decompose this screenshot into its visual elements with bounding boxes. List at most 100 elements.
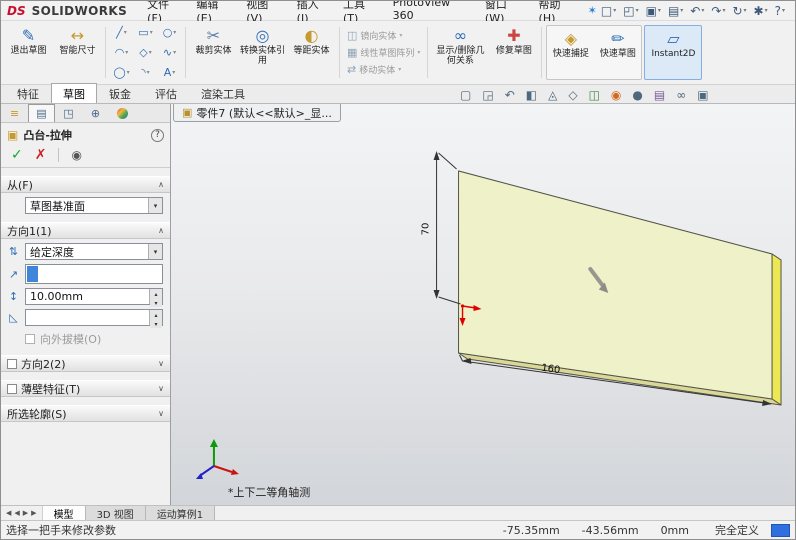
text-tool-icon[interactable]: A: [158, 63, 181, 82]
preview-eye-icon[interactable]: ◉: [71, 148, 81, 162]
line-tool-icon[interactable]: ╱: [110, 23, 133, 42]
quick-snaps-button[interactable]: ◈ 快速捕捉: [547, 26, 594, 79]
last-tab-button[interactable]: ▶: [31, 509, 36, 517]
pin-menu-icon[interactable]: ✶: [588, 4, 597, 17]
tab-model[interactable]: 模型: [42, 506, 86, 521]
new-document-icon[interactable]: □: [601, 4, 616, 18]
mirror-entities-button[interactable]: ◫ 镜向实体: [347, 29, 420, 42]
property-manager-tab-icon[interactable]: ▤: [28, 104, 55, 122]
triad-y-arrow: [209, 439, 218, 447]
prev-tab-button[interactable]: ◀: [14, 509, 19, 517]
input-language-indicator[interactable]: [771, 523, 790, 537]
first-tab-button[interactable]: ◀: [6, 509, 11, 517]
ok-button[interactable]: ✓: [11, 147, 23, 163]
spin-up-icon[interactable]: [150, 310, 162, 319]
dynamic-annotation-icon[interactable]: ◬: [544, 88, 561, 102]
section-selected-contours[interactable]: 所选轮廓(S) ∨: [1, 405, 170, 422]
print-icon[interactable]: ▤: [668, 4, 683, 18]
arc-tool-icon[interactable]: ◠: [110, 43, 133, 62]
sketch-fillet-tool-icon[interactable]: ◝: [134, 63, 157, 82]
move-entities-button[interactable]: ⇄ 移动实体: [347, 63, 420, 76]
display-manager-tab-icon[interactable]: [109, 104, 136, 122]
repair-sketch-button[interactable]: ✚ 修复草图: [490, 23, 537, 82]
section-direction2[interactable]: 方向2(2) ∨: [1, 355, 170, 372]
tab-sketch[interactable]: 草图: [51, 83, 97, 103]
tab-sheet-metal[interactable]: 钣金: [97, 83, 143, 103]
section-direction1[interactable]: 方向1(1) ∧: [1, 222, 170, 239]
help-icon[interactable]: ?: [775, 4, 785, 18]
display-style-icon[interactable]: ◫: [585, 88, 604, 102]
options-icon[interactable]: ✱: [754, 4, 768, 18]
tab-motion-study[interactable]: 运动算例1: [145, 506, 216, 521]
rectangle-tool-icon[interactable]: ▭: [134, 23, 157, 42]
section-from[interactable]: 从(F) ∧: [1, 176, 170, 193]
reverse-direction-icon[interactable]: ⇅: [6, 245, 21, 258]
save-icon[interactable]: ▣: [646, 4, 661, 18]
view-orientation-icon[interactable]: ◇: [564, 88, 581, 102]
undo-icon[interactable]: ↶: [690, 4, 704, 18]
instant2d-button[interactable]: ▱ Instant2D: [645, 26, 701, 59]
previous-view-icon[interactable]: ↶: [501, 88, 519, 102]
document-tab[interactable]: ▣ 零件7 (默认<<默认>_显...: [173, 104, 341, 122]
direction2-checkbox[interactable]: [7, 358, 17, 369]
trim-entities-button[interactable]: ✂ 裁剪实体: [190, 23, 237, 82]
graphics-area[interactable]: 70 160 *上下二等角轴测 ▣ 零件7 (默认<<默认>_显...: [171, 104, 795, 505]
section-view-icon[interactable]: ◧: [522, 88, 541, 102]
dimension-70[interactable]: [436, 152, 461, 305]
cancel-button[interactable]: ✗: [35, 147, 47, 163]
smart-dimension-button[interactable]: ↔ 智能尺寸: [54, 23, 101, 82]
polygon-tool-icon[interactable]: ◇: [134, 43, 157, 62]
tab-evaluate[interactable]: 评估: [143, 83, 189, 103]
dim-width-label[interactable]: 160: [541, 363, 561, 377]
tab-features[interactable]: 特征: [5, 83, 51, 103]
tab-3d-views[interactable]: 3D 视图: [85, 506, 146, 521]
part-right-face[interactable]: [771, 253, 782, 406]
depth-input[interactable]: 10.00mm: [25, 288, 163, 307]
panel-tab-strip: ≡ ▤ ◳ ⊕: [1, 104, 170, 123]
menu-bar: DS SOLIDWORKS 文件(F) 编辑(E) 视图(V) 插入(I) 工具(T) P…: [1, 1, 795, 25]
outward-draft-checkbox[interactable]: [25, 334, 35, 344]
ellipse-tool-icon[interactable]: ◯: [110, 63, 133, 82]
hide-show-items-icon[interactable]: ◉: [607, 88, 625, 102]
direction-reference-box[interactable]: [25, 264, 163, 284]
draft-angle-input[interactable]: [25, 309, 163, 328]
camera-icon[interactable]: ▣: [693, 88, 712, 102]
zoom-to-area-icon[interactable]: ◲: [478, 88, 497, 102]
part-body[interactable]: [458, 170, 782, 406]
next-tab-button[interactable]: ▶: [23, 509, 28, 517]
end-condition-select[interactable]: 给定深度: [25, 243, 163, 260]
edit-appearance-icon[interactable]: ●: [628, 88, 646, 102]
spin-up-icon[interactable]: [150, 289, 162, 298]
dim-height-label[interactable]: 70: [421, 223, 432, 236]
display-delete-relations-button[interactable]: ∞ 显示/删除几何关系: [432, 23, 488, 82]
convert-entities-button[interactable]: ◎ 转换实体引用: [239, 23, 286, 82]
ribbon-separator: [105, 27, 106, 78]
chevron-down-icon[interactable]: [148, 198, 162, 213]
linear-sketch-pattern-button[interactable]: ▦ 线性草图阵列: [347, 46, 420, 59]
circle-tool-icon[interactable]: ○: [158, 23, 181, 42]
zoom-to-fit-icon[interactable]: ▢: [456, 88, 475, 102]
spline-tool-icon[interactable]: ∿: [158, 43, 181, 62]
feature-tree-tab-icon[interactable]: ≡: [1, 104, 28, 122]
chevron-down-icon: ∨: [158, 384, 164, 393]
rapid-sketch-button[interactable]: ✏ 快速草图: [594, 26, 641, 79]
configuration-manager-tab-icon[interactable]: ◳: [55, 104, 82, 122]
tab-render-tools[interactable]: 渲染工具: [189, 83, 257, 103]
rebuild-icon[interactable]: ↻: [732, 4, 746, 18]
exit-sketch-button[interactable]: ✎ 退出草图: [5, 23, 52, 82]
chevron-down-icon[interactable]: [148, 244, 162, 259]
start-condition-select[interactable]: 草图基准面: [25, 197, 163, 214]
redo-icon[interactable]: ↷: [711, 4, 725, 18]
depth-icon: ↕: [8, 290, 19, 303]
help-icon[interactable]: ?: [151, 128, 164, 142]
apply-scene-icon[interactable]: ▤: [650, 88, 669, 102]
ribbon-toolbar: ✎ 退出草图 ↔ 智能尺寸 ╱▭○◠◇∿◯◝A ✂ 裁剪实体 ◎ 转换实体引用 …: [1, 21, 795, 85]
view-settings-icon[interactable]: ∞: [672, 88, 690, 102]
triad-x-arrow: [230, 469, 239, 475]
open-document-icon[interactable]: ◰: [623, 4, 638, 18]
property-manager-panel: ≡ ▤ ◳ ⊕ ▣ 凸台-拉伸 ? ✓ ✗ ◉ 从(F) ∧ 草图基准面 ▾ 方…: [1, 104, 171, 505]
section-thin-feature[interactable]: 薄壁特征(T) ∨: [1, 380, 170, 397]
thin-feature-checkbox[interactable]: [7, 383, 17, 394]
dimxpert-tab-icon[interactable]: ⊕: [82, 104, 109, 122]
offset-entities-button[interactable]: ◐ 等距实体: [288, 23, 335, 82]
